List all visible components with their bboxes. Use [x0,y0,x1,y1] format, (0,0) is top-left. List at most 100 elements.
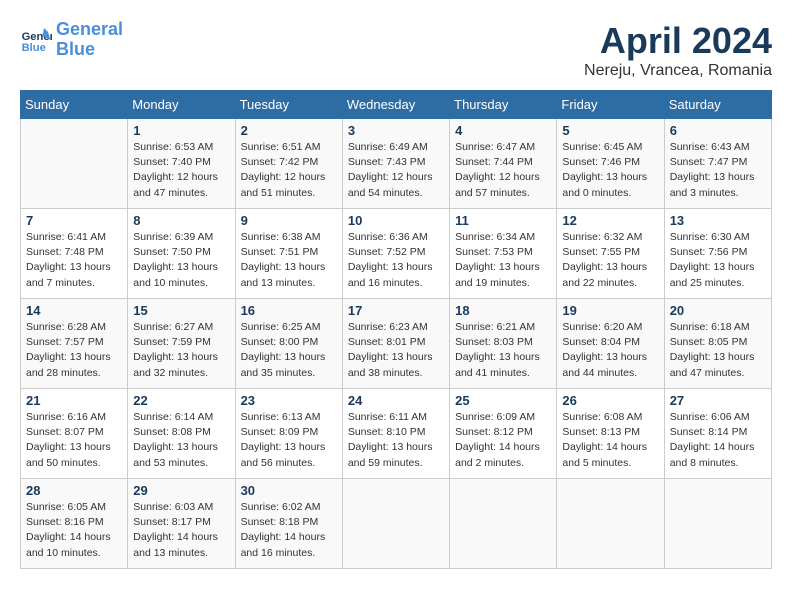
day-info: Sunrise: 6:30 AMSunset: 7:56 PMDaylight:… [670,230,766,291]
calendar-cell: 24Sunrise: 6:11 AMSunset: 8:10 PMDayligh… [342,389,449,479]
day-info: Sunrise: 6:51 AMSunset: 7:42 PMDaylight:… [241,140,337,201]
calendar-cell: 23Sunrise: 6:13 AMSunset: 8:09 PMDayligh… [235,389,342,479]
calendar-cell: 18 Sunrise: 6:21 AMSunset: 8:03 PMDayligh… [450,299,557,389]
calendar-cell: 20Sunrise: 6:18 AMSunset: 8:05 PMDayligh… [664,299,771,389]
calendar-cell: 28 Sunrise: 6:05 AMSunset: 8:16 PMDayligh… [21,479,128,569]
day-number: 14 [26,303,122,318]
calendar-cell: 11Sunrise: 6:34 AMSunset: 7:53 PMDayligh… [450,209,557,299]
calendar-cell: 15 Sunrise: 6:27 AMSunset: 7:59 PMDayligh… [128,299,235,389]
calendar-week-row: 28 Sunrise: 6:05 AMSunset: 8:16 PMDayligh… [21,479,772,569]
day-info: Sunrise: 6:39 AMSunset: 7:50 PMDaylight:… [133,230,229,291]
day-info: Sunrise: 6:49 AMSunset: 7:43 PMDaylight:… [348,140,444,201]
calendar-cell: 16 Sunrise: 6:25 AMSunset: 8:00 PMDayligh… [235,299,342,389]
day-info: Sunrise: 6:16 AMSunset: 8:07 PMDaylight:… [26,410,122,471]
calendar-cell: 29Sunrise: 6:03 AMSunset: 8:17 PMDayligh… [128,479,235,569]
day-number: 21 [26,393,122,408]
month-title: April 2024 [584,20,772,62]
calendar-cell: 17Sunrise: 6:23 AMSunset: 8:01 PMDayligh… [342,299,449,389]
calendar-cell: 3 Sunrise: 6:49 AMSunset: 7:43 PMDaylight… [342,119,449,209]
calendar-cell: 27Sunrise: 6:06 AMSunset: 8:14 PMDayligh… [664,389,771,479]
day-info: Sunrise: 6:41 AMSunset: 7:48 PMDaylight:… [26,230,122,291]
day-number: 19 [562,303,658,318]
calendar-cell: 7 Sunrise: 6:41 AMSunset: 7:48 PMDaylight… [21,209,128,299]
day-info: Sunrise: 6:25 AMSunset: 8:00 PMDaylight:… [241,320,337,381]
day-number: 16 [241,303,337,318]
day-info: Sunrise: 6:27 AMSunset: 7:59 PMDaylight:… [133,320,229,381]
day-number: 3 [348,123,444,138]
day-number: 23 [241,393,337,408]
day-number: 22 [133,393,229,408]
day-info: Sunrise: 6:28 AMSunset: 7:57 PMDaylight:… [26,320,122,381]
calendar-cell: 13Sunrise: 6:30 AMSunset: 7:56 PMDayligh… [664,209,771,299]
day-info: Sunrise: 6:23 AMSunset: 8:01 PMDaylight:… [348,320,444,381]
day-number: 6 [670,123,766,138]
weekday-header-thursday: Thursday [450,91,557,119]
day-info: Sunrise: 6:03 AMSunset: 8:17 PMDaylight:… [133,500,229,561]
day-info: Sunrise: 6:45 AMSunset: 7:46 PMDaylight:… [562,140,658,201]
day-number: 18 [455,303,551,318]
calendar-week-row: 1 Sunrise: 6:53 AMSunset: 7:40 PMDaylight… [21,119,772,209]
header: General Blue GeneralBlue April 2024 Nere… [20,20,772,80]
calendar-cell: 6 Sunrise: 6:43 AMSunset: 7:47 PMDaylight… [664,119,771,209]
day-info: Sunrise: 6:14 AMSunset: 8:08 PMDaylight:… [133,410,229,471]
day-number: 1 [133,123,229,138]
day-info: Sunrise: 6:53 AMSunset: 7:40 PMDaylight:… [133,140,229,201]
day-info: Sunrise: 6:43 AMSunset: 7:47 PMDaylight:… [670,140,766,201]
day-info: Sunrise: 6:11 AMSunset: 8:10 PMDaylight:… [348,410,444,471]
day-number: 10 [348,213,444,228]
calendar-cell [342,479,449,569]
day-info: Sunrise: 6:20 AMSunset: 8:04 PMDaylight:… [562,320,658,381]
day-number: 5 [562,123,658,138]
calendar-cell [21,119,128,209]
day-number: 15 [133,303,229,318]
calendar-cell [557,479,664,569]
calendar-cell: 5 Sunrise: 6:45 AMSunset: 7:46 PMDaylight… [557,119,664,209]
day-info: Sunrise: 6:21 AMSunset: 8:03 PMDaylight:… [455,320,551,381]
title-area: April 2024 Nereju, Vrancea, Romania [584,20,772,80]
calendar-cell: 1 Sunrise: 6:53 AMSunset: 7:40 PMDaylight… [128,119,235,209]
location-subtitle: Nereju, Vrancea, Romania [584,62,772,80]
calendar-cell [450,479,557,569]
day-number: 26 [562,393,658,408]
calendar-table: SundayMondayTuesdayWednesdayThursdayFrid… [20,90,772,569]
weekday-header-monday: Monday [128,91,235,119]
day-info: Sunrise: 6:18 AMSunset: 8:05 PMDaylight:… [670,320,766,381]
calendar-cell: 26 Sunrise: 6:08 AMSunset: 8:13 PMDayligh… [557,389,664,479]
calendar-week-row: 21 Sunrise: 6:16 AMSunset: 8:07 PMDayligh… [21,389,772,479]
day-info: Sunrise: 6:08 AMSunset: 8:13 PMDaylight:… [562,410,658,471]
day-info: Sunrise: 6:32 AMSunset: 7:55 PMDaylight:… [562,230,658,291]
day-info: Sunrise: 6:38 AMSunset: 7:51 PMDaylight:… [241,230,337,291]
day-number: 30 [241,483,337,498]
weekday-header-tuesday: Tuesday [235,91,342,119]
logo: General Blue GeneralBlue [20,20,123,60]
day-number: 28 [26,483,122,498]
day-info: Sunrise: 6:47 AMSunset: 7:44 PMDaylight:… [455,140,551,201]
calendar-cell: 19 Sunrise: 6:20 AMSunset: 8:04 PMDayligh… [557,299,664,389]
calendar-cell: 8Sunrise: 6:39 AMSunset: 7:50 PMDaylight… [128,209,235,299]
calendar-week-row: 7 Sunrise: 6:41 AMSunset: 7:48 PMDaylight… [21,209,772,299]
day-number: 7 [26,213,122,228]
weekday-header-wednesday: Wednesday [342,91,449,119]
calendar-cell: 30 Sunrise: 6:02 AMSunset: 8:18 PMDayligh… [235,479,342,569]
svg-text:Blue: Blue [22,42,46,54]
logo-icon: General Blue [20,24,52,56]
day-info: Sunrise: 6:34 AMSunset: 7:53 PMDaylight:… [455,230,551,291]
calendar-cell: 10 Sunrise: 6:36 AMSunset: 7:52 PMDayligh… [342,209,449,299]
day-info: Sunrise: 6:02 AMSunset: 8:18 PMDaylight:… [241,500,337,561]
calendar-cell: 9 Sunrise: 6:38 AMSunset: 7:51 PMDaylight… [235,209,342,299]
day-info: Sunrise: 6:05 AMSunset: 8:16 PMDaylight:… [26,500,122,561]
calendar-cell: 22 Sunrise: 6:14 AMSunset: 8:08 PMDayligh… [128,389,235,479]
day-info: Sunrise: 6:36 AMSunset: 7:52 PMDaylight:… [348,230,444,291]
calendar-cell: 2 Sunrise: 6:51 AMSunset: 7:42 PMDaylight… [235,119,342,209]
day-number: 2 [241,123,337,138]
weekday-header-saturday: Saturday [664,91,771,119]
calendar-cell: 21 Sunrise: 6:16 AMSunset: 8:07 PMDayligh… [21,389,128,479]
calendar-cell [664,479,771,569]
day-info: Sunrise: 6:06 AMSunset: 8:14 PMDaylight:… [670,410,766,471]
calendar-cell: 12 Sunrise: 6:32 AMSunset: 7:55 PMDayligh… [557,209,664,299]
calendar-cell: 25Sunrise: 6:09 AMSunset: 8:12 PMDayligh… [450,389,557,479]
day-number: 9 [241,213,337,228]
weekday-header-friday: Friday [557,91,664,119]
day-number: 4 [455,123,551,138]
day-number: 12 [562,213,658,228]
